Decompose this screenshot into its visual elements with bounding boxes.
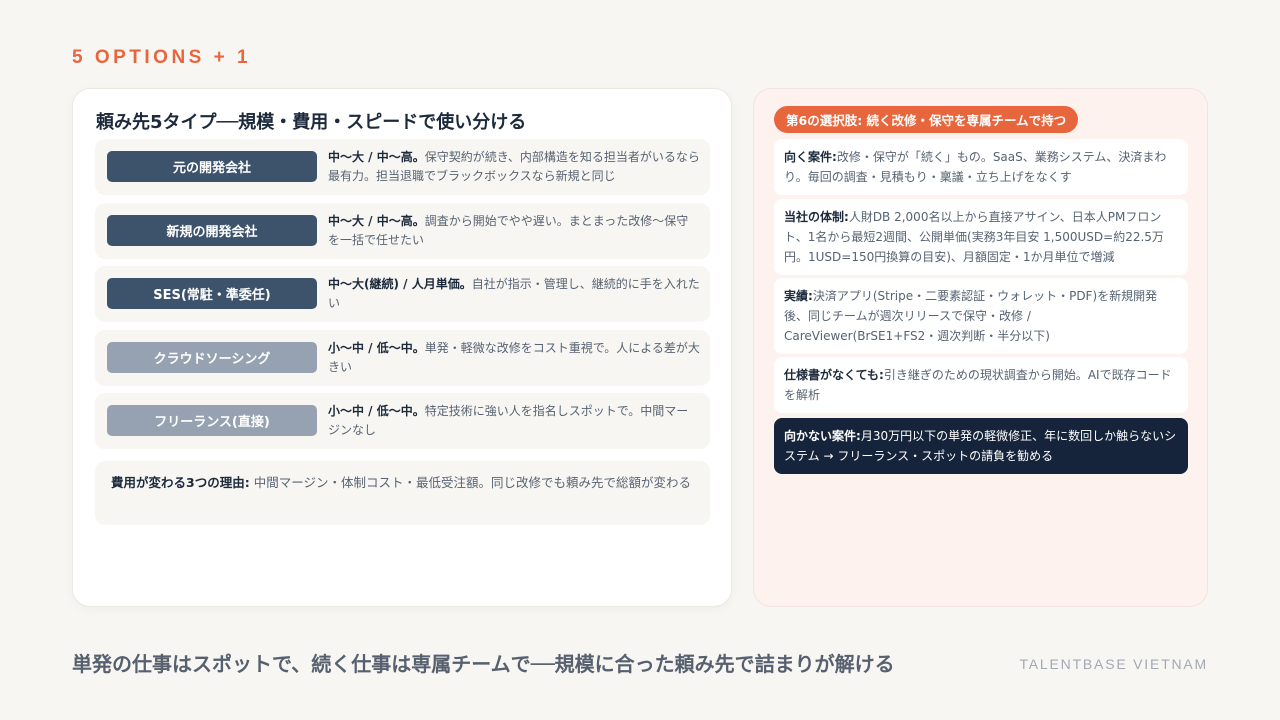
cost-reasons-text: 中間マージン・体制コスト・最低受注額。同じ改修でも頼み先で総額が変わる: [253, 475, 691, 490]
options-card: 頼み先5タイプ──規模・費用・スピードで使い分ける 元の開発会社 中〜大 / 中…: [72, 88, 732, 607]
option-row-original-vendor: 元の開発会社 中〜大 / 中〜高。保守契約が続き、内部構造を知る担当者がいるなら…: [95, 139, 710, 195]
option-summary: 中〜大 / 中〜高。: [328, 150, 425, 164]
section-eyebrow: 5 OPTIONS + 1: [72, 47, 252, 68]
info-box-no-spec: 仕様書がなくても:引き継ぎのための現状調査から開始。AIで既存コードを解析: [774, 357, 1188, 413]
option-summary: 中〜大 / 中〜高。: [328, 214, 425, 228]
option-summary: 小〜中 / 低〜中。: [328, 404, 425, 418]
info-label: 向く案件:: [784, 150, 837, 164]
info-label: 仕様書がなくても:: [784, 368, 884, 382]
info-label: 当社の体制:: [784, 210, 849, 224]
option-description: 小〜中 / 低〜中。単発・軽微な改修をコスト重視で。人による差が大きい: [328, 339, 700, 377]
option-description: 中〜大(継続) / 人月単価。自社が指示・管理し、継続的に手を入れたい: [328, 275, 700, 313]
option-row-freelance: フリーランス(直接) 小〜中 / 低〜中。特定技術に強い人を指名しスポットで。中…: [95, 393, 710, 449]
not-fit-label: 向かない案件:: [784, 429, 861, 443]
info-text: 改修・保守が「続く」もの。SaaS、業務システム、決済まわり。毎回の調査・見積も…: [784, 150, 1167, 184]
option-summary: 中〜大(継続) / 人月単価。: [328, 277, 472, 291]
info-box-fit-cases: 向く案件:改修・保守が「続く」もの。SaaS、業務システム、決済まわり。毎回の調…: [774, 139, 1188, 195]
option-description: 中〜大 / 中〜高。保守契約が続き、内部構造を知る担当者がいるなら最有力。担当退…: [328, 148, 700, 186]
dedicated-team-card: 第6の選択肢: 続く改修・保守を専属チームで持つ 向く案件:改修・保守が「続く」…: [753, 88, 1208, 607]
footer-message: 単発の仕事はスポットで、続く仕事は専属チームで──規模に合った頼み先で詰まりが解…: [72, 652, 895, 676]
option-row-new-vendor: 新規の開発会社 中〜大 / 中〜高。調査から開始でやや遅い。まとまった改修〜保守…: [95, 203, 710, 259]
option-description: 中〜大 / 中〜高。調査から開始でやや遅い。まとまった改修〜保守を一括で任せたい: [328, 212, 700, 250]
info-box-not-fit-cases: 向かない案件:月30万円以下の単発の軽微修正、年に数回しか触らないシステム → …: [774, 418, 1188, 474]
info-label: 実績:: [784, 289, 813, 303]
option-badge: クラウドソーシング: [107, 342, 317, 373]
cost-reasons-box: 費用が変わる3つの理由: 中間マージン・体制コスト・最低受注額。同じ改修でも頼み…: [95, 461, 710, 525]
sixth-option-pill: 第6の選択肢: 続く改修・保守を専属チームで持つ: [774, 106, 1079, 133]
option-summary: 小〜中 / 低〜中。: [328, 341, 425, 355]
option-badge: 新規の開発会社: [107, 215, 317, 246]
option-badge: SES(常駐・準委任): [107, 278, 317, 309]
option-badge: 元の開発会社: [107, 151, 317, 182]
footer-brand: TALENTBASE VIETNAM: [1019, 656, 1208, 672]
info-box-track-record: 実績:決済アプリ(Stripe・二要素認証・ウォレット・PDF)を新規開発後、同…: [774, 278, 1188, 354]
option-description: 小〜中 / 低〜中。特定技術に強い人を指名しスポットで。中間マージンなし: [328, 402, 700, 440]
option-row-ses: SES(常駐・準委任) 中〜大(継続) / 人月単価。自社が指示・管理し、継続的…: [95, 266, 710, 322]
option-badge: フリーランス(直接): [107, 405, 317, 436]
option-row-crowdsourcing: クラウドソーシング 小〜中 / 低〜中。単発・軽微な改修をコスト重視で。人による…: [95, 330, 710, 386]
options-card-title: 頼み先5タイプ──規模・費用・スピードで使い分ける: [96, 112, 527, 133]
cost-reasons-label: 費用が変わる3つの理由:: [111, 475, 250, 490]
info-box-team-structure: 当社の体制:人財DB 2,000名以上から直接アサイン、日本人PMフロント、1名…: [774, 199, 1188, 275]
info-text: 決済アプリ(Stripe・二要素認証・ウォレット・PDF)を新規開発後、同じチー…: [784, 289, 1158, 343]
